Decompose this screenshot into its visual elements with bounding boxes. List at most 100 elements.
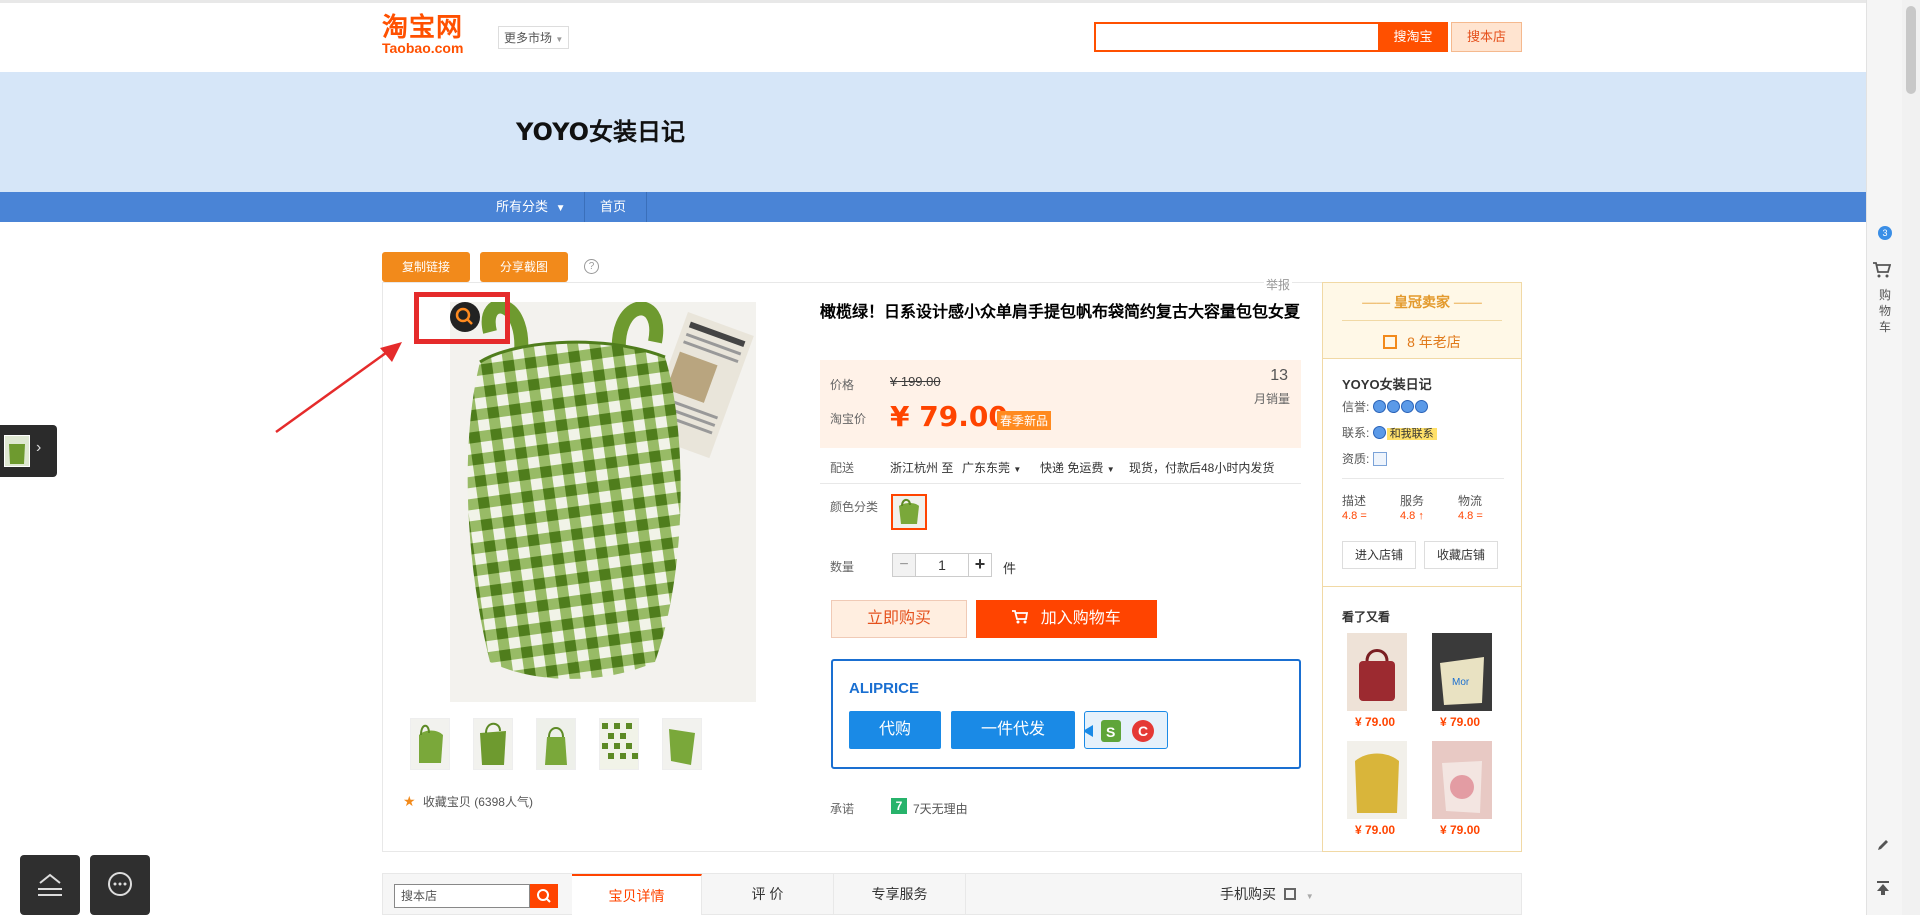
- favorite-count: (6398人气): [474, 795, 533, 809]
- delivery-destination-dropdown[interactable]: 广东东莞 ▼: [962, 459, 1021, 476]
- shop-nav: [0, 192, 1866, 222]
- credit-diamond-icon: [1372, 400, 1429, 414]
- divider: [1342, 320, 1502, 321]
- enter-shop-button[interactable]: 进入店铺: [1342, 541, 1416, 569]
- promise-label: 承诺: [830, 802, 855, 816]
- shop-title[interactable]: YOYO女装日记: [516, 112, 685, 147]
- score-logistics-label: 物流: [1458, 494, 1483, 508]
- shop-search-input[interactable]: 搜本店: [394, 884, 530, 908]
- nav-home[interactable]: 首页: [586, 192, 640, 222]
- id-card-icon[interactable]: [1372, 452, 1387, 466]
- favorite-shop-button[interactable]: 收藏店铺: [1424, 541, 1498, 569]
- help-icon[interactable]: ?: [584, 259, 599, 274]
- page-scrollbar[interactable]: [1902, 0, 1920, 915]
- score-description-label: 描述: [1342, 494, 1367, 508]
- cart-label-2[interactable]: 物: [1878, 304, 1892, 319]
- tab-reviews[interactable]: 评 价: [702, 874, 834, 915]
- qualification-label: 资质:: [1342, 452, 1370, 466]
- buy-now-button[interactable]: 立即购买: [831, 600, 967, 638]
- favorite-item[interactable]: ★ 收藏宝贝 (6398人气): [403, 793, 533, 810]
- seven-day-return-icon: 7: [891, 798, 907, 814]
- edit-pencil-icon[interactable]: [1876, 838, 1890, 855]
- back-to-top-icon[interactable]: [1876, 880, 1890, 899]
- recent-items-float[interactable]: ›: [0, 425, 57, 477]
- divider: [1323, 586, 1521, 587]
- divider: [820, 483, 1301, 484]
- price-label: 价格: [830, 378, 855, 392]
- thumbnail[interactable]: [473, 718, 513, 770]
- scrollbar-thumb[interactable]: [1906, 6, 1916, 94]
- crown-seller-label: 皇冠卖家: [1394, 294, 1450, 310]
- search-input[interactable]: [1094, 22, 1378, 52]
- more-markets-dropdown[interactable]: 更多市场 ▼: [498, 26, 570, 49]
- quantity-increase-button[interactable]: +: [968, 553, 992, 577]
- original-price: ¥ 199.00: [890, 374, 941, 389]
- thumbnail[interactable]: [599, 718, 639, 770]
- also-viewed-image[interactable]: Mor: [1432, 633, 1492, 711]
- shipping-dropdown[interactable]: 快递 免运费 ▼: [1040, 459, 1115, 476]
- cart-label-1[interactable]: 购: [1878, 288, 1892, 303]
- mobile-buy-dropdown[interactable]: 手机购买 ▼: [1220, 874, 1314, 915]
- quantity-input[interactable]: 1: [916, 553, 968, 577]
- notification-badge[interactable]: 3: [1878, 226, 1892, 240]
- buy-for-me-button[interactable]: 代购: [849, 711, 941, 749]
- color-label: 颜色分类: [830, 500, 879, 514]
- also-viewed-price: ¥ 79.00: [1355, 823, 1396, 837]
- chat-float-button[interactable]: [90, 855, 150, 915]
- also-viewed-image[interactable]: [1347, 633, 1407, 711]
- share-screenshot-button[interactable]: 分享截图: [480, 252, 568, 282]
- chat-bubble-icon: [108, 872, 132, 896]
- quantity-label: 数量: [830, 560, 855, 574]
- nav-divider: [646, 192, 647, 222]
- shop-years: 8 年老店: [1323, 332, 1521, 352]
- also-viewed-image[interactable]: [1432, 741, 1492, 819]
- aliprice-store-icons: S C: [1083, 711, 1168, 749]
- caret-down-icon: ▼: [1106, 465, 1115, 474]
- add-to-cart-button[interactable]: 加入购物车: [976, 600, 1157, 638]
- thumbnail[interactable]: [410, 718, 450, 770]
- color-option-swatch[interactable]: [891, 494, 927, 530]
- tab-item-details[interactable]: 宝贝详情: [572, 874, 702, 915]
- dropship-button[interactable]: 一件代发: [951, 711, 1075, 749]
- cart-icon[interactable]: [1873, 262, 1892, 281]
- main-product-image[interactable]: [450, 302, 756, 702]
- score-description-value: 4.8 =: [1342, 510, 1367, 522]
- credit-row: 信誉:: [1342, 398, 1429, 415]
- divider: [1342, 478, 1504, 479]
- contact-seller-button[interactable]: 和我联系: [1386, 428, 1437, 440]
- qr-code-icon: [1283, 888, 1296, 900]
- thumbnail[interactable]: [536, 718, 576, 770]
- shop-search-button[interactable]: [530, 884, 558, 908]
- quantity-decrease-button[interactable]: −: [892, 553, 916, 577]
- mobile-buy-label: 手机购买: [1220, 886, 1276, 902]
- score-service-label: 服务: [1400, 494, 1425, 508]
- contact-row: 联系: 和我联系: [1342, 424, 1437, 441]
- new-arrival-tag: 春季新品: [997, 411, 1052, 430]
- also-viewed-price: ¥ 79.00: [1440, 715, 1481, 729]
- search-icon: [537, 889, 551, 903]
- score-service-value: 4.8 ↑: [1400, 510, 1424, 522]
- also-viewed-image[interactable]: [1347, 741, 1407, 819]
- tab-exclusive-services[interactable]: 专享服务: [834, 874, 966, 915]
- qualification-row: 资质:: [1342, 450, 1387, 467]
- copy-link-button[interactable]: 复制链接: [382, 252, 470, 282]
- delivery-label: 配送: [830, 461, 855, 475]
- menu-float-button[interactable]: [20, 855, 80, 915]
- tote-bag-photo: [450, 302, 756, 702]
- taobao-logo[interactable]: 淘宝网 Taobao.com: [382, 14, 463, 55]
- nav-all-categories[interactable]: 所有分类 ▼: [482, 192, 580, 222]
- monthly-sales-label: 月销量: [1254, 392, 1291, 406]
- promise-text: 7天无理由: [913, 802, 968, 816]
- search-taobao-button[interactable]: 搜淘宝: [1378, 22, 1448, 52]
- thumbnail[interactable]: [662, 718, 702, 770]
- stock-note: 现货，付款后48小时内发货: [1129, 461, 1275, 475]
- cart-label-3[interactable]: 车: [1878, 320, 1892, 335]
- also-viewed-price: ¥ 79.00: [1440, 823, 1481, 837]
- stack-icon: [38, 873, 62, 896]
- seller-name[interactable]: YOYO女装日记: [1342, 374, 1432, 393]
- caret-down-icon: ▼: [1305, 892, 1314, 901]
- search-shop-button[interactable]: 搜本店: [1451, 22, 1522, 52]
- add-to-cart-label: 加入购物车: [1040, 610, 1121, 627]
- report-link[interactable]: 举报: [1264, 276, 1293, 293]
- cart-icon: [1012, 610, 1032, 627]
